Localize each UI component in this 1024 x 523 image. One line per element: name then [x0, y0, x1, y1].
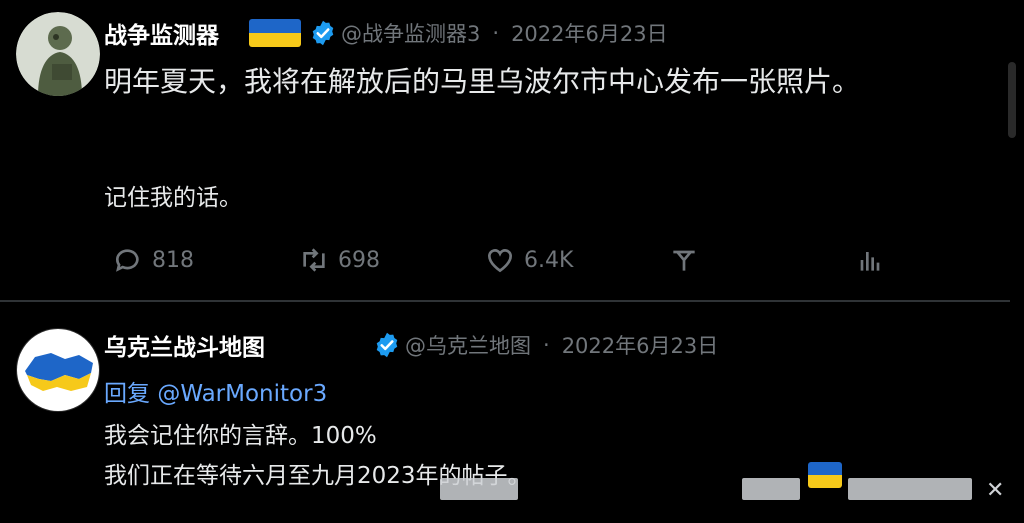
handle[interactable]: @乌克兰地图	[405, 330, 531, 360]
reply-mention-link[interactable]: @WarMonitor3	[157, 381, 327, 407]
overlay-artifact	[848, 478, 972, 500]
tweet-divider	[0, 300, 1010, 302]
reply-icon	[116, 249, 139, 272]
like-button[interactable]: 6.4K	[484, 244, 573, 276]
scrollbar[interactable]	[1008, 0, 1016, 523]
analytics-button[interactable]	[854, 244, 894, 276]
tweet-1-text-line2: 记住我的话。	[104, 185, 242, 211]
verified-badge-icon	[312, 20, 334, 46]
timestamp[interactable]: 2022年6月23日	[562, 330, 719, 360]
separator-dot: ·	[543, 333, 550, 357]
separator-dot: ·	[492, 21, 500, 45]
verified-badge-icon	[376, 332, 398, 358]
tweet-2-header: 乌克兰战斗地图 @乌克兰地图 · 2022年6月23日	[104, 328, 718, 362]
like-count: 6.4K	[524, 247, 574, 273]
retweet-icon	[303, 248, 325, 272]
close-icon[interactable]: ✕	[986, 478, 1004, 503]
timestamp[interactable]: 2022年6月23日	[511, 18, 668, 48]
overlay-artifact	[742, 478, 800, 500]
ukraine-flag-icon	[808, 462, 842, 488]
reply-prefix: 回复	[104, 381, 150, 407]
handle[interactable]: @战争监测器3	[341, 18, 480, 48]
share-icon	[673, 250, 695, 271]
reply-button[interactable]: 818	[112, 244, 194, 276]
reply-context: 回复 @WarMonitor3	[104, 374, 327, 408]
tweet-1-actions: 818 698 6.4K	[112, 244, 912, 280]
like-icon	[487, 249, 513, 273]
avatar-ukraine-map[interactable]	[16, 328, 100, 412]
tweet-2-text-line1: 我会记住你的言辞。100%	[104, 423, 377, 449]
scrollbar-thumb[interactable]	[1008, 62, 1016, 138]
tweet-1[interactable]: 战争监测器 @战争监测器3 · 2022年6月23日 明年夏天，我将在解放后的马…	[0, 0, 1010, 300]
overlay-artifact	[440, 478, 518, 500]
avatar-war-monitor[interactable]	[16, 12, 100, 96]
retweet-count: 698	[338, 247, 380, 273]
ukraine-flag-icon	[249, 19, 301, 47]
retweet-button[interactable]: 698	[298, 244, 380, 276]
reply-count: 818	[152, 247, 194, 273]
display-name[interactable]: 战争监测器	[104, 16, 219, 50]
tweet-1-text-line1: 明年夏天，我将在解放后的马里乌波尔市中心发布一张照片。	[104, 65, 861, 98]
analytics-icon	[860, 252, 880, 271]
tweet-1-header: 战争监测器 @战争监测器3 · 2022年6月23日	[104, 16, 668, 50]
display-name[interactable]: 乌克兰战斗地图	[104, 328, 265, 362]
share-button[interactable]	[668, 244, 708, 276]
